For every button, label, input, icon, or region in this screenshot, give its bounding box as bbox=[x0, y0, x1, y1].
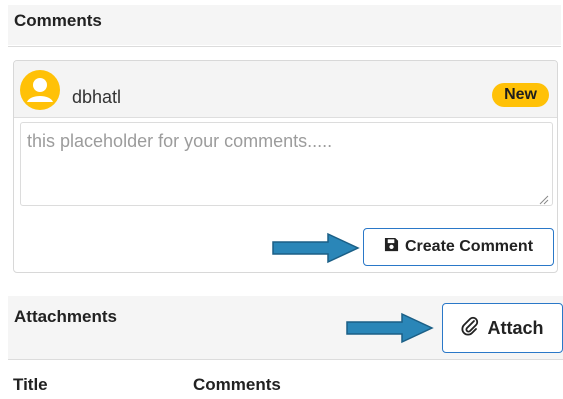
right-arrow-icon bbox=[346, 312, 434, 344]
divider bbox=[8, 46, 561, 47]
create-comment-button[interactable]: Create Comment bbox=[363, 228, 554, 266]
column-header-comments: Comments bbox=[193, 375, 281, 394]
column-header-title: Title bbox=[13, 375, 48, 394]
comments-section-header: Comments bbox=[8, 5, 561, 45]
comment-username: dbhatl bbox=[72, 87, 122, 107]
paperclip-icon bbox=[461, 316, 479, 341]
floppy-disk-icon bbox=[384, 237, 399, 257]
comment-textarea[interactable] bbox=[20, 122, 553, 206]
attach-label: Attach bbox=[487, 317, 544, 338]
create-comment-label: Create Comment bbox=[404, 238, 534, 255]
comments-title: Comments bbox=[14, 11, 102, 30]
status-badge: New bbox=[492, 83, 549, 107]
right-arrow-icon bbox=[272, 232, 360, 264]
resize-handle-icon[interactable] bbox=[539, 192, 549, 205]
page: Comments dbhatl New this placeholder for… bbox=[0, 0, 563, 399]
attachments-title: Attachments bbox=[14, 307, 117, 326]
divider bbox=[8, 359, 563, 360]
attach-button[interactable]: Attach bbox=[442, 303, 563, 353]
user-avatar-icon bbox=[20, 70, 60, 110]
comment-card-header: dbhatl New bbox=[14, 61, 557, 118]
